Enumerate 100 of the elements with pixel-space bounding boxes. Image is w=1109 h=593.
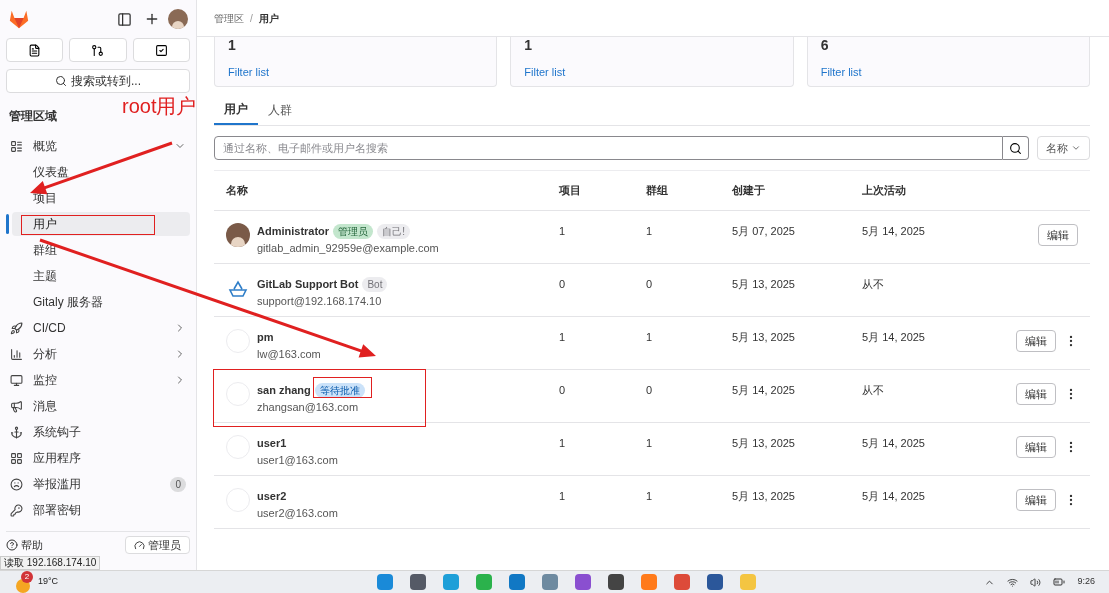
user-avatar bbox=[226, 223, 250, 247]
clock[interactable]: 9:26 bbox=[1077, 575, 1095, 589]
table-cell-text: 0 bbox=[559, 277, 567, 292]
nav-subitem[interactable]: 群组 bbox=[12, 238, 190, 262]
merge-requests-button[interactable] bbox=[69, 38, 127, 62]
table-cell-text: 5月 13, 2025 bbox=[732, 436, 796, 451]
edit-button[interactable]: 编辑 bbox=[1016, 330, 1056, 352]
column-header: 项目 bbox=[559, 183, 582, 199]
table-cell-text: 0 bbox=[559, 383, 567, 398]
active-indicator bbox=[6, 214, 9, 234]
sidebar-toggle-icon[interactable] bbox=[117, 11, 132, 27]
edit-button[interactable]: 编辑 bbox=[1038, 224, 1078, 246]
app-icon[interactable] bbox=[574, 574, 591, 590]
monitor-icon bbox=[10, 373, 23, 387]
wifi-icon[interactable] bbox=[1007, 576, 1019, 588]
column-header: 群组 bbox=[646, 183, 669, 199]
table-cell-text: 1 bbox=[646, 330, 654, 345]
annotation-label: root用户 bbox=[122, 94, 197, 118]
admin-button[interactable]: 管理员 bbox=[125, 536, 190, 554]
search-button[interactable] bbox=[1003, 136, 1029, 160]
breadcrumb-separator: / bbox=[250, 11, 253, 26]
user-name[interactable]: Administrator bbox=[257, 223, 330, 240]
bar-chart-icon bbox=[10, 347, 23, 361]
filter-link[interactable]: Filter list bbox=[524, 64, 780, 81]
temperature: 19°C bbox=[38, 575, 59, 589]
issues-button[interactable] bbox=[6, 38, 64, 62]
edit-button[interactable]: 编辑 bbox=[1016, 489, 1056, 511]
speaker-icon[interactable] bbox=[1030, 576, 1042, 588]
stat-value: 1 bbox=[524, 37, 534, 53]
nav-item[interactable]: 应用程序 bbox=[6, 445, 190, 471]
chevron-down-icon bbox=[1071, 143, 1081, 153]
table-cell-text: 从不 bbox=[862, 383, 885, 398]
nav-subitem[interactable]: 用户 bbox=[12, 212, 190, 236]
table-cell-text: 5月 14, 2025 bbox=[862, 436, 926, 451]
gauge-icon bbox=[134, 539, 145, 551]
grid-icon bbox=[10, 451, 23, 465]
table-cell-text: 5月 13, 2025 bbox=[732, 489, 796, 504]
user-name[interactable]: user1 bbox=[257, 435, 287, 452]
count-badge: 0 bbox=[170, 476, 186, 492]
status-tooltip: 读取 192.168.174.10 bbox=[0, 556, 101, 570]
user-name[interactable]: user2 bbox=[257, 488, 287, 505]
table-cell-text: 1 bbox=[646, 436, 654, 451]
table-cell-text: 5月 14, 2025 bbox=[862, 489, 926, 504]
nav-subitem[interactable]: 主题 bbox=[12, 264, 190, 288]
filter-link[interactable]: Filter list bbox=[228, 64, 484, 81]
nav-item[interactable]: 系统钩子 bbox=[6, 419, 190, 445]
key-icon bbox=[10, 503, 23, 517]
table-cell-text: 5月 14, 2025 bbox=[862, 330, 926, 345]
nav-item[interactable]: 分析 bbox=[6, 341, 190, 367]
nav-subitem[interactable]: Gitaly 服务器 bbox=[12, 290, 190, 314]
user-name[interactable]: pm bbox=[257, 329, 274, 346]
column-header: 创建于 bbox=[732, 183, 766, 199]
user-name[interactable]: san zhang bbox=[257, 382, 311, 399]
merge-request-icon bbox=[91, 43, 105, 57]
stat-value: 6 bbox=[820, 37, 830, 53]
table-cell-text: 1 bbox=[646, 224, 654, 239]
app-icon[interactable] bbox=[607, 574, 624, 590]
nav-item[interactable]: 监控 bbox=[6, 367, 190, 393]
nav-item[interactable]: CI/CD bbox=[6, 315, 190, 341]
table-cell-text: 1 bbox=[559, 489, 567, 504]
search-field[interactable]: 通过名称、电子邮件或用户名搜索 bbox=[214, 136, 1003, 160]
table-cell-text: 5月 13, 2025 bbox=[732, 330, 796, 345]
table-cell-text: 0 bbox=[646, 383, 654, 398]
table-cell-text: 5月 14, 2025 bbox=[862, 224, 926, 239]
table-cell-text: 1 bbox=[559, 436, 567, 451]
nav-item[interactable]: 举报滥用 0 bbox=[6, 471, 190, 497]
help-button[interactable]: 帮助 bbox=[6, 536, 43, 554]
checkbox-icon bbox=[154, 43, 168, 57]
user-avatar[interactable] bbox=[168, 9, 188, 29]
search-icon bbox=[1009, 141, 1022, 155]
table-cell-text: 5月 07, 2025 bbox=[732, 224, 796, 239]
user-email: user1@163.com bbox=[257, 452, 338, 468]
nav-subitem[interactable]: 仪表盘 bbox=[12, 160, 190, 184]
tab[interactable]: 人群 bbox=[258, 95, 302, 125]
sad-face-icon bbox=[10, 477, 23, 491]
table-cell-text: 1 bbox=[646, 489, 654, 504]
edit-button[interactable]: 编辑 bbox=[1016, 436, 1056, 458]
table-cell-text: 1 bbox=[559, 330, 567, 345]
filter-link[interactable]: Filter list bbox=[820, 64, 1076, 81]
edit-button[interactable]: 编辑 bbox=[1016, 383, 1056, 405]
table-cell-text: 5月 14, 2025 bbox=[732, 383, 796, 398]
sort-dropdown[interactable]: 名称 bbox=[1037, 136, 1090, 160]
nav-subitem[interactable]: 项目 bbox=[12, 186, 190, 210]
role-badge: 自己! bbox=[377, 223, 410, 239]
user-name[interactable]: GitLab Support Bot bbox=[257, 276, 359, 293]
user-email: lw@163.com bbox=[257, 346, 321, 362]
nav-item[interactable]: 消息 bbox=[6, 393, 190, 419]
battery-icon[interactable] bbox=[1053, 576, 1066, 588]
nav-item[interactable]: 部署密钥 bbox=[6, 497, 190, 523]
plus-icon[interactable] bbox=[144, 11, 160, 27]
search-icon bbox=[55, 75, 67, 87]
search-button[interactable]: 搜索或转到... bbox=[6, 69, 190, 93]
tab[interactable]: 用户 bbox=[214, 95, 258, 125]
app-icon[interactable] bbox=[508, 574, 525, 590]
user-email: gitlab_admin_92959e@example.com bbox=[257, 240, 439, 256]
user-email: user2@163.com bbox=[257, 505, 338, 521]
nav-item[interactable]: 概览 bbox=[6, 133, 190, 159]
breadcrumb-link[interactable]: 管理区 bbox=[214, 10, 244, 26]
todo-button[interactable] bbox=[132, 38, 190, 62]
table-cell-text: 0 bbox=[646, 277, 654, 292]
